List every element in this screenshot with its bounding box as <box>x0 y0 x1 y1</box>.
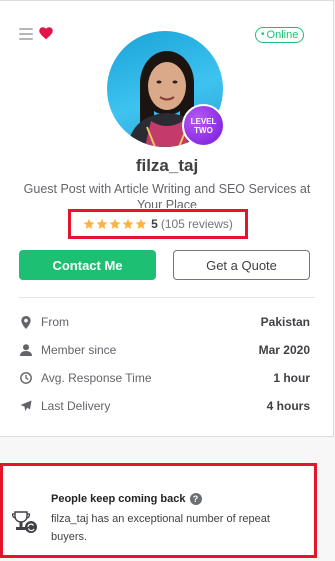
info-value: 4 hours <box>266 399 310 413</box>
contact-me-button[interactable]: Contact Me <box>19 250 156 280</box>
repeat-buyers-title: People keep coming back ? <box>51 493 202 505</box>
repeat-buyers-title-text: People keep coming back <box>51 493 186 505</box>
get-a-quote-button[interactable]: Get a Quote <box>173 250 310 280</box>
star-rating <box>83 218 147 230</box>
location-pin-icon <box>19 315 33 329</box>
info-label: Last Delivery <box>41 399 111 413</box>
heart-icon[interactable] <box>39 27 53 40</box>
info-value: Pakistan <box>260 315 310 329</box>
info-row-response-time: Avg. Response Time 1 hour <box>19 369 310 387</box>
star-icon <box>83 218 95 229</box>
section-divider <box>19 297 315 298</box>
paper-plane-icon <box>19 399 33 413</box>
star-icon <box>135 218 147 229</box>
online-status-badge: • Online <box>255 27 305 43</box>
hamburger-icon[interactable] <box>19 27 33 40</box>
info-row-last-delivery: Last Delivery 4 hours <box>19 397 310 415</box>
user-icon <box>19 343 33 357</box>
star-icon <box>109 218 121 229</box>
star-icon <box>122 218 134 229</box>
info-row-member-since: Member since Mar 2020 <box>19 341 310 359</box>
seller-username[interactable]: filza_taj <box>0 156 334 176</box>
info-label: Avg. Response Time <box>41 371 152 385</box>
repeat-buyers-description: filza_taj has an exceptional number of r… <box>51 513 270 543</box>
info-value: Mar 2020 <box>258 343 310 357</box>
online-status-label: Online <box>266 29 299 41</box>
status-dot-icon: • <box>261 29 265 40</box>
info-row-from: From Pakistan <box>19 313 310 331</box>
info-label: Member since <box>41 343 117 357</box>
seller-level-badge: LEVEL TWO <box>182 104 225 147</box>
trophy-repeat-icon <box>11 511 37 533</box>
rating-score: 5 <box>151 217 158 231</box>
level-badge-line2: TWO <box>194 125 213 135</box>
seller-profile-card: • Online LEVEL TWO filza_taj Guest Post … <box>0 0 334 437</box>
clock-icon <box>19 371 33 385</box>
seller-tagline: Guest Post with Article Writing and SEO … <box>23 182 311 208</box>
star-icon <box>96 218 108 229</box>
level-badge-line1: LEVEL <box>190 116 217 126</box>
review-count[interactable]: (105 reviews) <box>161 217 233 231</box>
rating-summary[interactable]: 5 (105 reviews) <box>68 209 248 239</box>
card-toolbar <box>19 27 53 40</box>
help-icon[interactable]: ? <box>189 493 202 505</box>
info-label: From <box>41 315 69 329</box>
info-value: 1 hour <box>273 371 310 385</box>
repeat-buyers-highlight: People keep coming back ? filza_taj has … <box>0 463 317 558</box>
